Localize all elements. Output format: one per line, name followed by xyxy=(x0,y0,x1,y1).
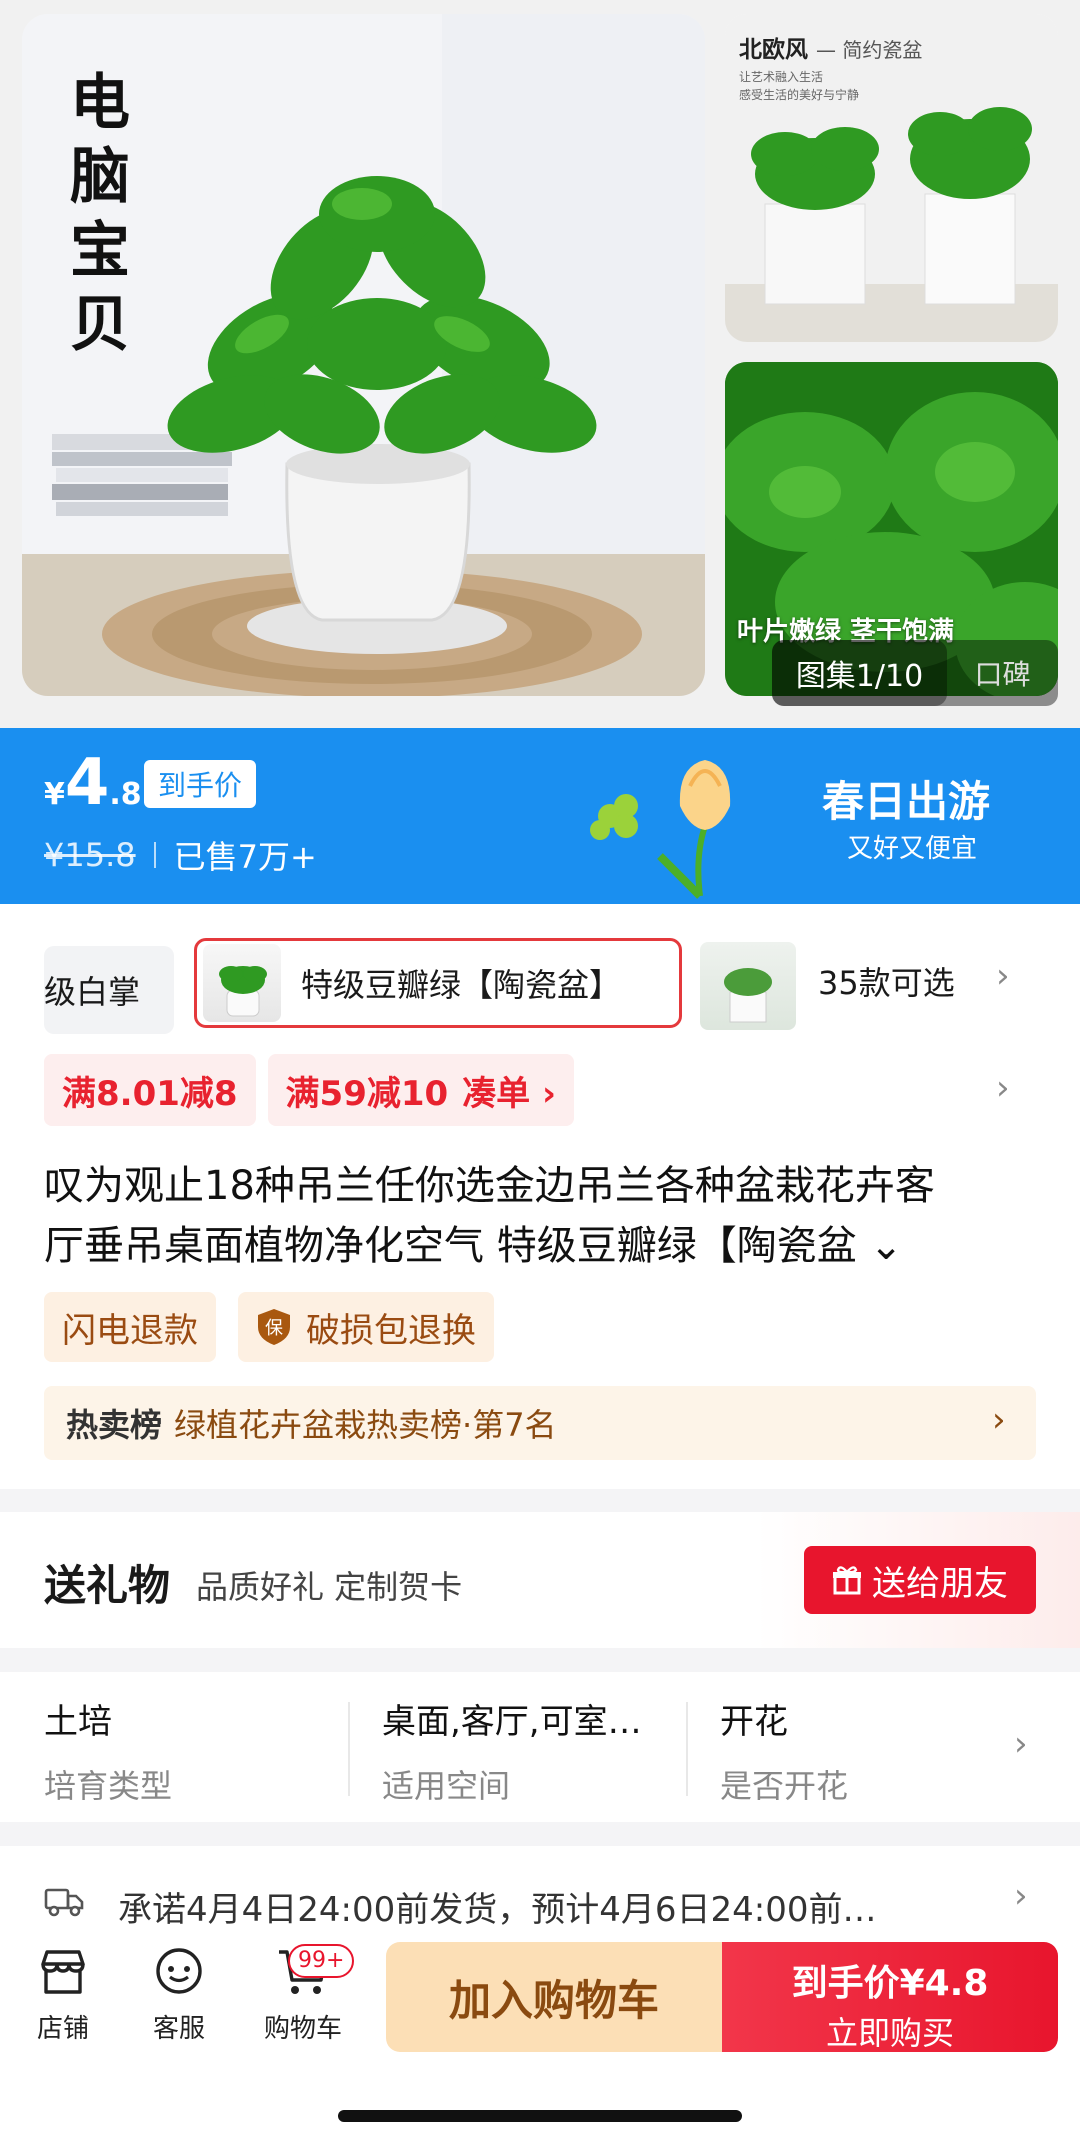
ranking-label: 热卖榜 xyxy=(66,1406,163,1444)
gift-title: 送礼物 xyxy=(44,1561,171,1610)
variant-plant-icon xyxy=(724,968,772,1023)
customer-service-button[interactable]: 客服 xyxy=(124,1944,234,2045)
price-banner: ¥ 4 .8 到手价 ¥15.8 已售7万+ 春日出游 又好又便宜 xyxy=(0,728,1080,904)
truck-icon xyxy=(44,1888,84,1917)
gift-icon xyxy=(833,1566,861,1595)
buy-now-button[interactable]: 到手价¥4.8 立即购买 xyxy=(722,1942,1058,2052)
bottom-action-bar: 店铺 客服 购物车 99+ 加入购物车 到手价¥4.8 立即购买 xyxy=(0,1926,1080,2139)
gift-subtitle: 品质好礼 定制贺卡 xyxy=(196,1568,463,1606)
image-gallery[interactable]: 电脑宝贝 北欧风 — 简约瓷盆 让艺术融入生活 感受生活的美好与宁静 叶片嫩绿 … xyxy=(0,0,1080,728)
promo-title: 春日出游 xyxy=(822,777,991,826)
attribute-flowering: 开花 是否开花 xyxy=(720,1702,849,1805)
shipping-text: 承诺4月4日24:00前发货，预计4月6日24:00前… xyxy=(118,1890,877,1930)
product-info-card: 级白掌 特级豆瓣绿【陶瓷盆】 35款可选 › 满8.01减8 满59减10 凑单… xyxy=(0,904,1080,1489)
final-price-tag: 到手价 xyxy=(144,760,257,808)
attribute-cultivation: 土培 培育类型 xyxy=(44,1702,173,1805)
variant-thumbnail-next[interactable] xyxy=(700,942,796,1030)
original-price: ¥15.8 xyxy=(44,836,136,874)
divider xyxy=(153,842,156,868)
store-button[interactable]: 店铺 xyxy=(8,1944,118,2045)
attributes-row[interactable]: 土培 培育类型 桌面,客厅,可室… 适用空间 开花 是否开花 › xyxy=(0,1672,1080,1822)
chat-icon xyxy=(156,1948,202,1994)
variant-thumbnail xyxy=(203,944,281,1022)
chevron-right-icon[interactable]: › xyxy=(996,1068,1010,1108)
add-to-cart-button[interactable]: 加入购物车 xyxy=(386,1942,722,2052)
cart-count-badge: 99+ xyxy=(288,1944,355,1978)
attribute-space: 桌面,客厅,可室… 适用空间 xyxy=(382,1702,642,1805)
gallery-tabs: 图集1/10 口碑 xyxy=(772,640,1058,706)
svg-text:保: 保 xyxy=(265,1318,283,1339)
spring-flower-decoration xyxy=(590,760,731,899)
side-image-nordic[interactable]: 北欧风 — 简约瓷盆 让艺术融入生活 感受生活的美好与宁静 xyxy=(725,14,1058,342)
final-price: ¥ 4 .8 xyxy=(44,746,142,820)
product-detail-page: 电脑宝贝 北欧风 — 简约瓷盆 让艺术融入生活 感受生活的美好与宁静 叶片嫩绿 … xyxy=(0,0,1080,2139)
coupon-bundle-link[interactable]: 凑单 › xyxy=(462,1066,556,1115)
main-image-caption: 电脑宝贝 xyxy=(70,68,130,360)
gift-section: 送礼物 品质好礼 定制贺卡 送给朋友 xyxy=(0,1512,1080,1648)
coupon-59-off-10[interactable]: 满59减10 凑单 › xyxy=(267,1054,575,1126)
main-product-image[interactable]: 电脑宝贝 xyxy=(22,14,705,696)
side-image-subtitle: 让艺术融入生活 感受生活的美好与宁静 xyxy=(739,70,860,102)
chevron-right-icon[interactable]: › xyxy=(996,956,1010,996)
ranking-text: 绿植花卉盆栽热卖榜·第7名 xyxy=(174,1406,557,1444)
gallery-counter[interactable]: 图集1/10 xyxy=(772,640,947,706)
shield-icon: 保 xyxy=(258,1309,290,1345)
divider xyxy=(686,1702,688,1796)
price-sub-row: ¥15.8 已售7万+ xyxy=(44,832,317,878)
variant-count[interactable]: 35款可选 xyxy=(818,958,955,1004)
divider xyxy=(348,1702,350,1796)
service-damage-return[interactable]: 保 破损包退换 xyxy=(238,1292,494,1362)
service-fast-refund[interactable]: 闪电退款 xyxy=(44,1292,216,1362)
send-to-friend-button[interactable]: 送给朋友 xyxy=(804,1546,1036,1614)
service-tags: 闪电退款 保 破损包退换 xyxy=(44,1292,516,1362)
variant-chip-selected[interactable]: 特级豆瓣绿【陶瓷盆】 xyxy=(194,938,682,1028)
variant-selector: 级白掌 特级豆瓣绿【陶瓷盆】 35款可选 › xyxy=(0,938,1080,1034)
coupon-8-01-off-8[interactable]: 满8.01减8 xyxy=(44,1054,256,1126)
sold-count: 已售7万+ xyxy=(173,838,317,876)
chevron-right-icon: › xyxy=(1014,1876,1028,1916)
chevron-right-icon: › xyxy=(1014,1724,1028,1764)
side-image-title: 北欧风 — 简约瓷盆 xyxy=(739,37,923,63)
coupon-row: 满8.01减8 满59减10 凑单 › xyxy=(44,1054,586,1126)
ranking-bar[interactable]: 热卖榜 绿植花卉盆栽热卖榜·第7名 › xyxy=(44,1386,1036,1460)
variant-selected-label: 特级豆瓣绿【陶瓷盆】 xyxy=(301,966,622,1004)
variant-plant-icon xyxy=(219,966,267,1017)
home-indicator[interactable] xyxy=(338,2110,742,2122)
store-icon xyxy=(41,1950,85,1994)
variant-chip-previous[interactable]: 级白掌 xyxy=(44,946,174,1034)
promo-subtitle: 又好又便宜 xyxy=(847,834,978,864)
chevron-right-icon: › xyxy=(992,1400,1006,1440)
reviews-tab[interactable]: 口碑 xyxy=(947,653,1058,693)
product-title[interactable]: 叹为观止18种吊兰任你选金边吊兰各种盆栽花卉客 厅垂吊桌面植物净化空气 特级豆瓣… xyxy=(44,1156,1024,1276)
